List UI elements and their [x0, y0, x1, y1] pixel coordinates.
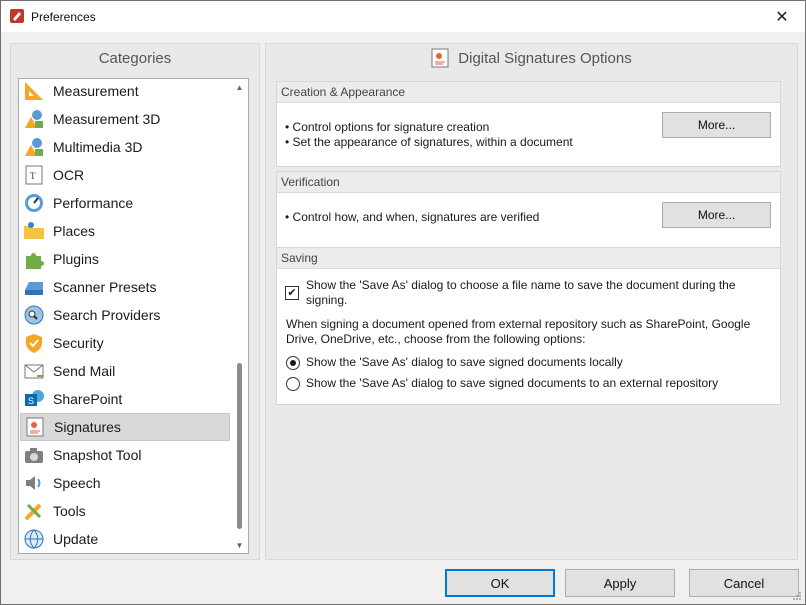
category-send-mail[interactable]: Send Mail [20, 357, 230, 385]
preferences-window: Preferences ✕ Categories Measurement Mea… [0, 0, 806, 605]
category-label: Plugins [53, 251, 99, 267]
category-signatures[interactable]: Signatures [20, 413, 230, 441]
category-label: Send Mail [53, 363, 116, 379]
3d-shapes-icon [22, 107, 46, 131]
ruler-triangle-icon [22, 79, 46, 103]
svg-text:T: T [30, 171, 36, 181]
saving-group: Saving ✔ Show the 'Save As' dialog to ch… [276, 247, 781, 405]
close-icon: ✕ [775, 8, 789, 26]
shield-icon [22, 331, 46, 355]
category-scanner-presets[interactable]: Scanner Presets [20, 273, 230, 301]
category-update[interactable]: Update [20, 525, 230, 553]
category-label: Performance [53, 195, 134, 211]
save-locally-label: Show the 'Save As' dialog to save signed… [306, 355, 623, 369]
category-plugins[interactable]: Plugins [20, 245, 230, 273]
category-label: Multimedia 3D [53, 139, 143, 155]
bullet-text: • Control how, and when, signatures are … [285, 210, 540, 224]
cancel-button[interactable]: Cancel [689, 569, 799, 597]
scanner-icon [22, 275, 46, 299]
tools-icon [22, 499, 46, 523]
category-ocr[interactable]: T OCR [20, 161, 230, 189]
category-label: Speech [53, 475, 101, 491]
close-button[interactable]: ✕ [759, 1, 805, 32]
apply-button[interactable]: Apply [565, 569, 675, 597]
save-external-radio[interactable] [286, 377, 300, 391]
envelope-icon [22, 359, 46, 383]
category-measurement-3d[interactable]: Measurement 3D [20, 105, 230, 133]
options-header: Digital Signatures Options [266, 44, 797, 72]
category-label: OCR [53, 167, 85, 183]
svg-text:S: S [28, 396, 34, 406]
app-logo-icon [10, 9, 24, 23]
category-label: Scanner Presets [53, 279, 157, 295]
category-label: SharePoint [53, 391, 123, 407]
category-snapshot-tool[interactable]: Snapshot Tool [20, 441, 230, 469]
category-speech[interactable]: Speech [20, 469, 230, 497]
group-title: Verification [277, 172, 780, 193]
window-title: Preferences [31, 10, 96, 24]
ocr-text-icon: T [22, 163, 46, 187]
scroll-down-icon[interactable]: ▼ [231, 537, 248, 553]
category-places[interactable]: Places [20, 217, 230, 245]
category-tools[interactable]: Tools [20, 497, 230, 525]
category-label: Tools [53, 503, 86, 519]
repository-note-line2: Drive, OneDrive, etc., choose from the f… [286, 332, 586, 346]
sharepoint-icon: S [22, 387, 46, 411]
puzzle-piece-icon [22, 247, 46, 271]
options-title: Digital Signatures Options [458, 49, 632, 67]
category-measurement[interactable]: Measurement [20, 79, 230, 105]
save-locally-radio[interactable] [286, 356, 300, 370]
certificate-icon [431, 48, 449, 68]
category-label: Measurement [53, 83, 139, 99]
checkbox-label-line2: signing. [306, 293, 348, 307]
categories-scrollbar[interactable]: ▲ ▼ [231, 79, 248, 553]
ok-button[interactable]: OK [445, 569, 555, 597]
category-label: Update [53, 531, 99, 547]
category-security[interactable]: Security [20, 329, 230, 357]
speedometer-icon [22, 191, 46, 215]
speaker-icon [22, 471, 46, 495]
save-as-checkbox[interactable]: ✔ [285, 286, 299, 300]
dialog-body: Categories Measurement Measurement 3D Mu… [1, 32, 805, 604]
category-multimedia-3d[interactable]: Multimedia 3D [20, 133, 230, 161]
category-label: Snapshot Tool [53, 447, 142, 463]
category-label: Security [53, 335, 104, 351]
bullet-text: • Set the appearance of signatures, with… [285, 135, 573, 149]
categories-panel: Categories Measurement Measurement 3D Mu… [10, 43, 260, 560]
group-title: Saving [277, 248, 780, 269]
category-label: Signatures [54, 419, 121, 435]
certificate-icon [23, 415, 47, 439]
3d-multimedia-icon [22, 135, 46, 159]
categories-list[interactable]: Measurement Measurement 3D Multimedia 3D… [18, 78, 249, 554]
options-panel: Digital Signatures Options Creation & Ap… [265, 43, 798, 560]
save-external-label: Show the 'Save As' dialog to save signed… [306, 376, 719, 390]
verification-group: Verification • Control how, and when, si… [276, 171, 781, 257]
categories-header: Categories [98, 49, 172, 67]
bullet-text: • Control options for signature creation [285, 120, 490, 134]
resize-grip-icon[interactable] [792, 591, 802, 601]
category-label: Search Providers [53, 307, 161, 323]
search-globe-icon [22, 303, 46, 327]
globe-update-icon [22, 527, 46, 551]
repository-note-line1: When signing a document opened from exte… [286, 317, 751, 331]
scrollbar-thumb[interactable] [237, 363, 242, 529]
group-title: Creation & Appearance [277, 82, 780, 103]
category-sharepoint[interactable]: S SharePoint [20, 385, 230, 413]
folder-location-icon [22, 219, 46, 243]
checkbox-label-line1: Show the 'Save As' dialog to choose a fi… [306, 278, 736, 292]
category-label: Places [53, 223, 96, 239]
title-bar: Preferences ✕ [1, 1, 805, 32]
creation-more-button[interactable]: More... [662, 112, 771, 138]
category-search-providers[interactable]: Search Providers [20, 301, 230, 329]
creation-appearance-group: Creation & Appearance • Control options … [276, 81, 781, 167]
scroll-up-icon[interactable]: ▲ [231, 79, 248, 95]
category-performance[interactable]: Performance [20, 189, 230, 217]
category-label: Measurement 3D [53, 111, 161, 127]
verification-more-button[interactable]: More... [662, 202, 771, 228]
camera-icon [22, 443, 46, 467]
